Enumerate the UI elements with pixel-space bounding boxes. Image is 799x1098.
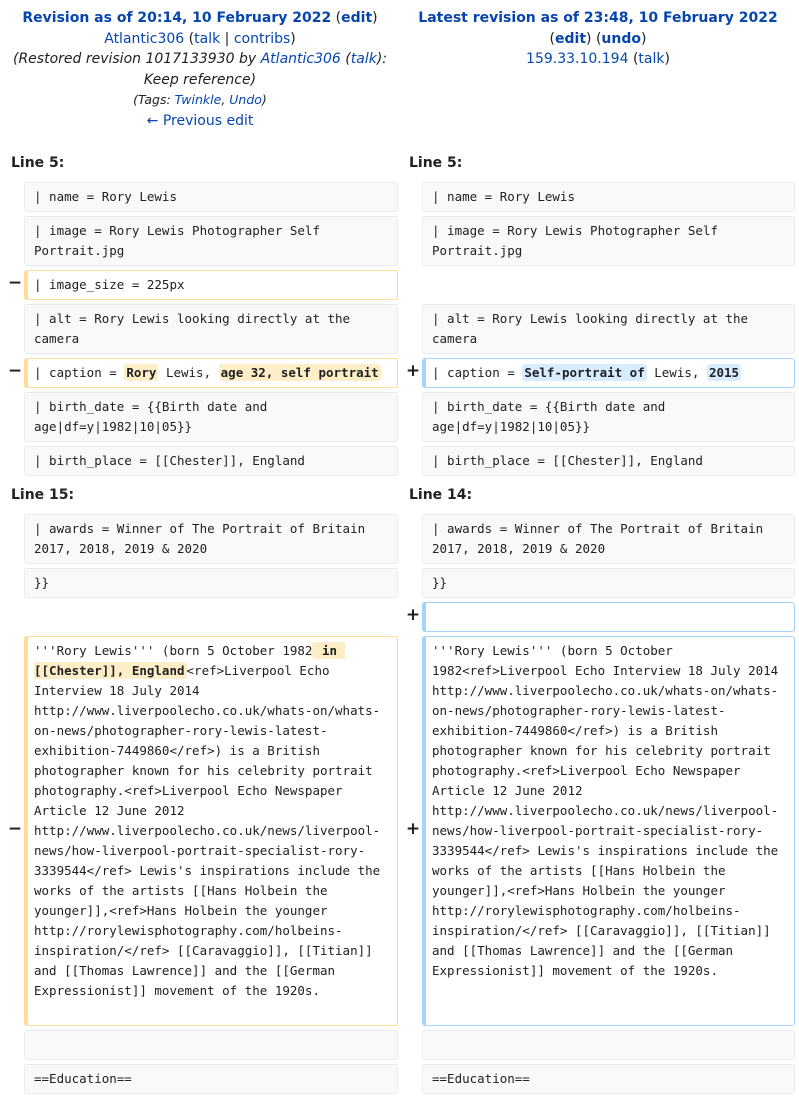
left-revision-header: Revision as of 20:14, 10 February 2022 (… — [0, 8, 400, 131]
right-context-alt: | alt = Rory Lewis looking directly at t… — [422, 304, 795, 354]
minus-icon: − — [7, 361, 23, 381]
right-line-number: Line 5: — [409, 155, 463, 171]
tag-twinkle-link[interactable]: Twinkle — [175, 92, 222, 107]
right-ip-talk-link[interactable]: talk — [638, 51, 664, 67]
edit-summary: (Restored revision 1017133930 by Atlanti… — [12, 51, 388, 88]
paren: ) — [372, 10, 378, 26]
left-context-awards: | awards = Winner of The Portrait of Bri… — [24, 514, 398, 564]
right-context-education: ==Education== — [422, 1064, 795, 1094]
left-user-link[interactable]: Atlantic306 — [104, 31, 184, 47]
right-context-birth-date: | birth_date = {{Birth date and age|df=y… — [422, 392, 795, 442]
right-context-close-braces: }} — [422, 568, 795, 598]
right-added-empty-line — [422, 602, 795, 632]
right-revision-title-link[interactable]: Latest revision as of 23:48, 10 February… — [418, 10, 777, 26]
left-context-birth-date: | birth_date = {{Birth date and age|df=y… — [24, 392, 398, 442]
right-undo-link[interactable]: undo — [601, 31, 641, 47]
right-added-paragraph: '''Rory Lewis''' (born 5 October 1982<re… — [422, 636, 795, 1026]
left-context-image: | image = Rory Lewis Photographer Self P… — [24, 216, 398, 266]
caption-text: Lewis, — [158, 365, 219, 380]
right-context-name: | name = Rory Lewis — [422, 182, 795, 212]
tags-prefix: (Tags: — [133, 92, 175, 107]
left-user-contribs-link[interactable]: contribs — [234, 31, 290, 47]
right-revision-header: Latest revision as of 23:48, 10 February… — [398, 8, 798, 70]
left-context-birth-place: | birth_place = [[Chester]], England — [24, 446, 398, 476]
summary-user-link[interactable]: Atlantic306 — [261, 51, 341, 67]
paren: ) — [586, 30, 592, 47]
paren: ) — [640, 30, 647, 47]
tags-suffix: ) — [261, 92, 267, 107]
deleted-text: age 32, self portrait — [218, 364, 381, 381]
left-line-number: Line 15: — [11, 487, 75, 503]
right-ip-link[interactable]: 159.33.10.194 — [526, 51, 628, 67]
left-line-number: Line 5: — [11, 155, 65, 171]
tag-undo-link[interactable]: Undo — [229, 92, 262, 107]
paren: ) — [664, 51, 670, 67]
plus-icon: + — [405, 819, 421, 839]
left-deleted-caption: | caption = Rory Lewis, age 32, self por… — [24, 358, 398, 388]
plus-icon: + — [405, 605, 421, 625]
left-deleted-paragraph: '''Rory Lewis''' (born 5 October 1982 in… — [24, 636, 398, 1026]
left-revision-title-link[interactable]: Revision as of 20:14, 10 February 2022 — [22, 10, 331, 26]
paragraph-text: '''Rory Lewis''' (born 5 October 1982 — [34, 643, 313, 658]
left-context-empty — [24, 1030, 398, 1060]
caption-text: | caption = — [34, 365, 125, 380]
right-context-awards: | awards = Winner of The Portrait of Bri… — [422, 514, 795, 564]
minus-icon: − — [7, 819, 23, 839]
right-context-birth-place: | birth_place = [[Chester]], England — [422, 446, 795, 476]
left-user-talk-link[interactable]: talk — [194, 31, 220, 47]
right-context-image: | image = Rory Lewis Photographer Self P… — [422, 216, 795, 266]
left-context-education: ==Education== — [24, 1064, 398, 1094]
summary-prefix: (Restored revision 1017133930 by — [12, 51, 261, 67]
left-context-alt: | alt = Rory Lewis looking directly at t… — [24, 304, 398, 354]
right-edit-link[interactable]: edit — [555, 31, 586, 47]
plus-icon: + — [405, 361, 421, 381]
deleted-text: Rory — [124, 364, 159, 381]
paren: ) — [290, 30, 296, 47]
caption-text: Lewis, — [646, 365, 707, 380]
right-added-caption: | caption = Self-portrait of Lewis, 2015 — [422, 358, 795, 388]
minus-icon: − — [7, 273, 23, 293]
edit-tags: (Tags: Twinkle, Undo) — [133, 92, 267, 107]
left-deleted-image-size: | image_size = 225px — [24, 270, 398, 300]
left-context-name: | name = Rory Lewis — [24, 182, 398, 212]
left-context-close-braces: }} — [24, 568, 398, 598]
right-line-number: Line 14: — [409, 487, 473, 503]
added-text: Self-portrait of — [522, 364, 647, 381]
previous-edit-link[interactable]: ← Previous edit — [147, 113, 254, 129]
caption-text: | caption = — [432, 365, 523, 380]
right-context-empty — [422, 1030, 795, 1060]
paragraph-text: <ref>Liverpool Echo Interview 18 July 20… — [34, 663, 388, 998]
summary-talk-link[interactable]: talk — [351, 51, 377, 67]
added-text: 2015 — [706, 364, 742, 381]
left-edit-link[interactable]: edit — [341, 10, 372, 26]
separator: | — [224, 30, 230, 47]
